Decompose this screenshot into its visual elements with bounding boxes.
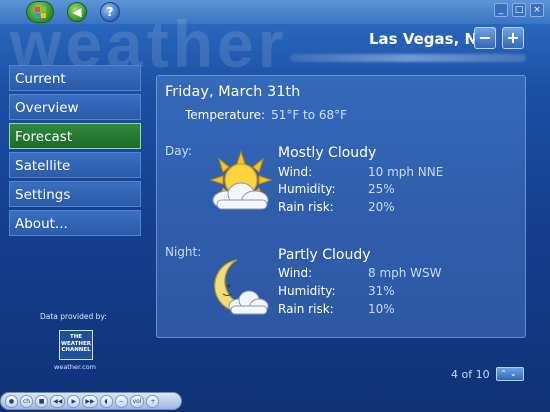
rewind-button[interactable]: ◀◀: [50, 394, 66, 408]
night-label: Night:: [165, 245, 202, 259]
blurred-subtitle: [290, 54, 526, 62]
forward-button[interactable]: ▶▶: [82, 394, 98, 408]
menu-item-settings[interactable]: Settings: [9, 181, 141, 207]
day-humidity-label: Humidity:: [278, 182, 336, 196]
channel-button[interactable]: ch: [20, 394, 34, 408]
night-rain-value: 10%: [368, 302, 395, 316]
night-humidity-value: 31%: [368, 284, 395, 298]
day-humidity-row: Humidity: 25%: [278, 182, 395, 196]
day-wind-value: 10 mph NNE: [368, 165, 444, 179]
day-label: Day:: [165, 144, 192, 158]
close-button[interactable]: ×: [530, 3, 544, 17]
night-wind-value: 8 mph WSW: [368, 266, 442, 280]
window-controls: _ □ ×: [494, 3, 544, 17]
menu-item-forecast[interactable]: Forecast: [9, 123, 141, 149]
stop-button[interactable]: ■: [35, 394, 49, 408]
night-humidity-label: Humidity:: [278, 284, 336, 298]
weather-channel-logo[interactable]: THE WEATHER CHANNEL: [59, 330, 93, 360]
day-humidity-value: 25%: [368, 182, 395, 196]
day-rain-value: 20%: [368, 200, 395, 214]
minimize-button[interactable]: _: [494, 3, 508, 17]
day-rain-label: Rain risk:: [278, 200, 334, 214]
day-condition: Mostly Cloudy: [278, 145, 377, 161]
night-wind-label: Wind:: [278, 266, 313, 280]
provider-url: weather.com: [54, 363, 96, 371]
temperature-row: Temperature: 51°F to 68°F: [185, 108, 347, 122]
night-condition: Partly Cloudy: [278, 247, 371, 263]
temperature-label: Temperature:: [185, 108, 266, 122]
location-next-button[interactable]: +: [502, 27, 524, 49]
location-previous-button[interactable]: −: [474, 27, 496, 49]
sidebar-menu: Current Overview Forecast Satellite Sett…: [9, 65, 141, 239]
volume-down-button[interactable]: −: [114, 394, 128, 408]
page-up-down-button[interactable]: ⌃⌄: [496, 367, 524, 381]
night-wind-row: Wind: 8 mph WSW: [278, 266, 442, 280]
moon-cloud-icon: [214, 259, 269, 315]
day-wind-row: Wind: 10 mph NNE: [278, 165, 443, 179]
day-wind-label: Wind:: [278, 165, 313, 179]
mute-button[interactable]: ◖: [99, 394, 113, 408]
menu-item-satellite[interactable]: Satellite: [9, 152, 141, 178]
record-button[interactable]: ●: [5, 394, 18, 408]
forecast-panel: Friday, March 31th Temperature: 51°F to 6…: [156, 75, 526, 338]
location-name: Las Vegas, NV: [369, 30, 489, 48]
night-humidity-row: Humidity: 31%: [278, 284, 395, 298]
temperature-value: 51°F to 68°F: [271, 108, 348, 122]
night-rain-label: Rain risk:: [278, 302, 334, 316]
menu-item-overview[interactable]: Overview: [9, 94, 141, 120]
volume-button[interactable]: vol: [129, 394, 145, 408]
provider-label: Data provided by:: [40, 312, 107, 321]
volume-up-button[interactable]: +: [146, 394, 160, 408]
forecast-date: Friday, March 31th: [165, 84, 301, 100]
page-indicator: 4 of 10: [451, 368, 490, 381]
maximize-button[interactable]: □: [512, 3, 526, 17]
night-rain-row: Rain risk: 10%: [278, 302, 395, 316]
sun-cloud-icon: [209, 150, 273, 210]
transport-controls: ● ch ■ ◀◀ ▶ ▶▶ ◖ − vol +: [0, 392, 182, 410]
play-button[interactable]: ▶: [67, 394, 81, 408]
day-rain-row: Rain risk: 20%: [278, 200, 395, 214]
menu-item-about[interactable]: About...: [9, 210, 141, 236]
menu-item-current[interactable]: Current: [9, 65, 141, 91]
